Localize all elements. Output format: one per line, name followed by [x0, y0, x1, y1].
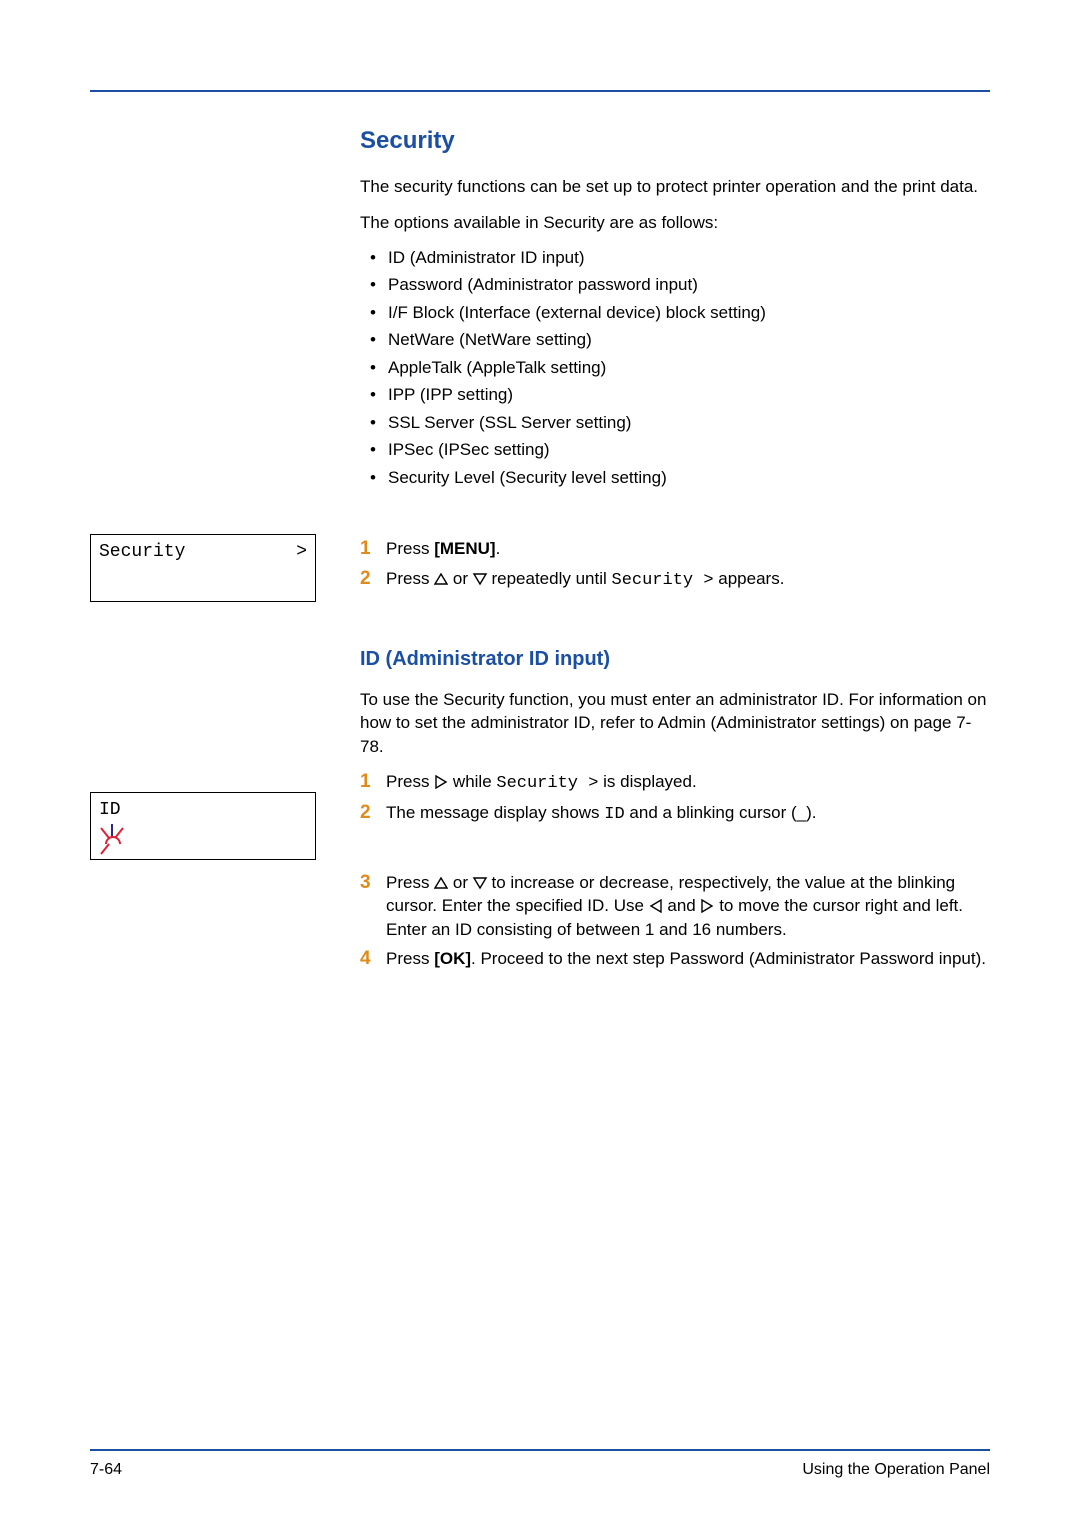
t: or: [448, 569, 473, 588]
bottom-rule: [90, 1449, 990, 1451]
step-number: 1: [360, 770, 386, 794]
step-number: 4: [360, 947, 386, 971]
t: Press: [386, 873, 434, 892]
t: repeatedly until: [487, 569, 612, 588]
opt-item: SSL Server (SSL Server setting): [360, 411, 990, 434]
opt-item: IPSec (IPSec setting): [360, 438, 990, 461]
up-triangle-icon: [434, 876, 448, 890]
id-step-2-body: The message display shows ID and a blink…: [386, 801, 990, 826]
id-intro: To use the Security function, you must e…: [360, 688, 990, 758]
id-step-1: 1 Press while Security > is displayed.: [360, 770, 990, 795]
right-column-security: Security The security functions can be s…: [360, 124, 990, 598]
step-2-body: Press or repeatedly until Security > app…: [386, 567, 990, 592]
security-mono: Security >: [612, 571, 714, 590]
lcd-security: Security >: [90, 534, 316, 602]
id-step-2: 2 The message display shows ID and a bli…: [360, 801, 990, 826]
id-step-4: 4 Press [OK]. Proceed to the next step P…: [360, 947, 990, 971]
t: is displayed.: [598, 772, 696, 791]
left-column-id: ID: [90, 608, 360, 860]
t: Press: [386, 772, 434, 791]
heading-security: Security: [360, 124, 990, 157]
lcd-id: ID: [90, 792, 316, 860]
mono: Security >: [496, 774, 598, 793]
t: ).: [806, 803, 816, 822]
mono: ID: [604, 805, 624, 824]
left-column-security: Security >: [90, 124, 360, 602]
opt-item: I/F Block (Interface (external device) b…: [360, 301, 990, 324]
cursor: _: [797, 803, 806, 822]
id-step-1-body: Press while Security > is displayed.: [386, 770, 990, 795]
opt-item: IPP (IPP setting): [360, 383, 990, 406]
security-steps: 1 Press [MENU]. 2 Press or repeatedly un…: [360, 537, 990, 592]
step-number: 3: [360, 871, 386, 895]
id-step-4-body: Press [OK]. Proceed to the next step Pas…: [386, 947, 990, 970]
lcd-security-text: Security: [99, 541, 185, 593]
step-1-post: .: [496, 539, 501, 558]
page: Security > Security The security functio…: [0, 0, 1080, 1527]
down-triangle-icon: [473, 572, 487, 586]
security-options-list: ID (Administrator ID input) Password (Ad…: [360, 246, 990, 489]
opt-item: AppleTalk (AppleTalk setting): [360, 356, 990, 379]
lcd-security-gt: >: [296, 541, 307, 593]
menu-key-label: [MENU]: [434, 539, 495, 558]
id-section: ID ID (Administrator: [90, 608, 990, 977]
opt-item: Password (Administrator password input): [360, 273, 990, 296]
security-intro-1: The security functions can be set up to …: [360, 175, 990, 198]
opt-item: Security Level (Security level setting): [360, 466, 990, 489]
right-triangle-icon: [700, 899, 714, 913]
step-number: 1: [360, 537, 386, 561]
lcd-nav-arrows-icon: [99, 824, 143, 856]
t: and: [663, 896, 701, 915]
step-2: 2 Press or repeatedly until Security > a…: [360, 567, 990, 592]
t: appears.: [714, 569, 785, 588]
step-1: 1 Press [MENU].: [360, 537, 990, 561]
heading-id: ID (Administrator ID input): [360, 646, 990, 674]
page-footer: 7-64 Using the Operation Panel: [90, 1449, 990, 1479]
up-triangle-icon: [434, 572, 448, 586]
opt-item: ID (Administrator ID input): [360, 246, 990, 269]
security-section: Security > Security The security functio…: [90, 124, 990, 602]
t: Press: [386, 569, 434, 588]
t: and a blinking cursor (: [625, 803, 797, 822]
t: while: [448, 772, 496, 791]
right-column-id: ID (Administrator ID input) To use the S…: [360, 608, 990, 977]
top-rule: [90, 90, 990, 92]
id-step-3: 3 Press or to increase or decrease, resp…: [360, 871, 990, 941]
page-number: 7-64: [90, 1461, 122, 1479]
step-number: 2: [360, 801, 386, 825]
t: . Proceed to the next step Password (Adm…: [471, 949, 986, 968]
ok-key-label: [OK]: [434, 949, 471, 968]
opt-item: NetWare (NetWare setting): [360, 328, 990, 351]
id-step-3-body: Press or to increase or decrease, respec…: [386, 871, 990, 941]
footer-title: Using the Operation Panel: [802, 1461, 990, 1479]
t: or: [448, 873, 473, 892]
lcd-id-arrows: [99, 824, 307, 864]
t: The message display shows: [386, 803, 604, 822]
down-triangle-icon: [473, 876, 487, 890]
security-intro-2: The options available in Security are as…: [360, 211, 990, 234]
lcd-id-text: ID: [99, 799, 307, 822]
t: Press: [386, 949, 434, 968]
id-steps: 1 Press while Security > is displayed. 2…: [360, 770, 990, 971]
step-1-body: Press [MENU].: [386, 537, 990, 560]
step-1-pre: Press: [386, 539, 434, 558]
right-triangle-icon: [434, 775, 448, 789]
left-triangle-icon: [649, 899, 663, 913]
step-number: 2: [360, 567, 386, 591]
